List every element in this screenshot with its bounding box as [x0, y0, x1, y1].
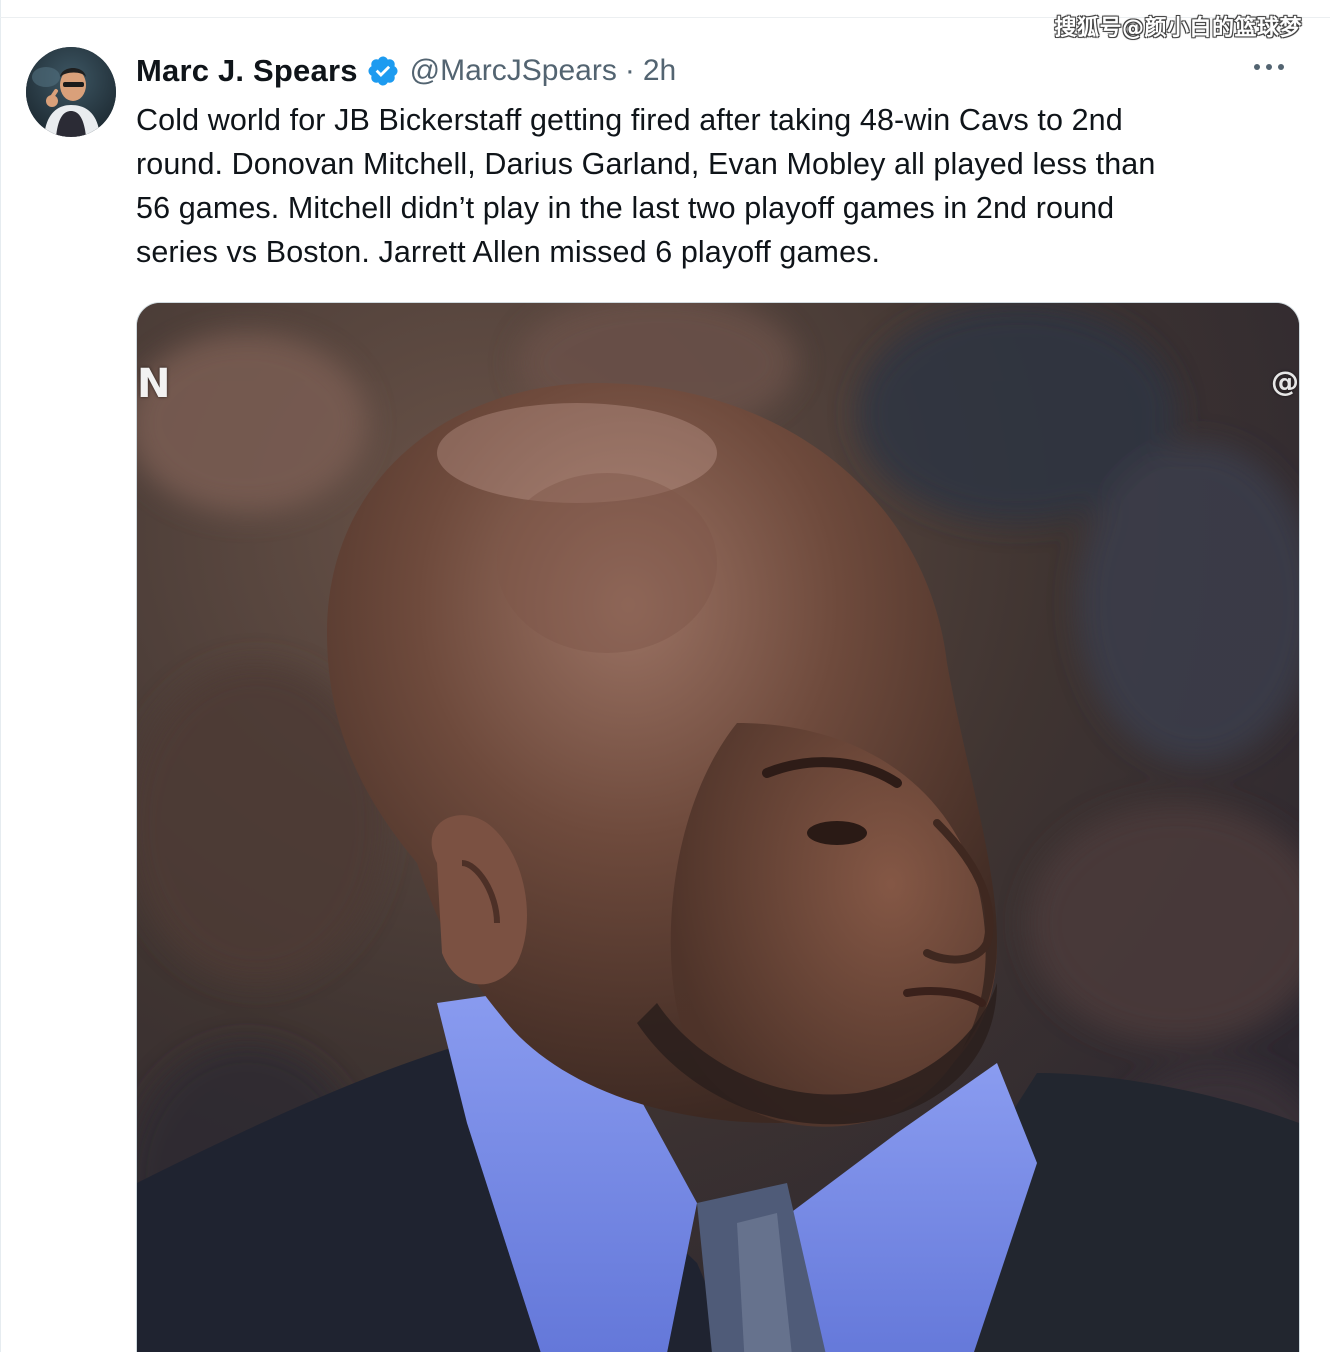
separator-dot: · — [624, 54, 635, 87]
tweet-text-line: Cold world for JB Bickerstaff getting fi… — [136, 103, 1123, 137]
tweet-text: Cold world for JB Bickerstaff getting fi… — [136, 98, 1296, 274]
media-overlay-text: N — [137, 361, 171, 407]
media-overlay-text: @ — [1271, 365, 1299, 398]
tweet-text-line: 56 games. Mitchell didn’t play in the la… — [136, 191, 1115, 225]
media-image — [137, 303, 1299, 1352]
tweet-screenshot: 搜狐号@颜小白的篮球梦 Marc J. Spears @MarcJSpears … — [0, 0, 1330, 1352]
divider — [0, 0, 1, 1352]
author-handle[interactable]: @MarcJSpears — [410, 54, 617, 88]
tweet-media[interactable]: N @ — [136, 302, 1300, 1352]
tweet-header: Marc J. Spears @MarcJSpears · 2h — [136, 50, 676, 92]
watermark: 搜狐号@颜小白的篮球梦 — [1054, 16, 1302, 41]
verified-badge-icon — [366, 54, 400, 88]
timestamp[interactable]: 2h — [643, 54, 676, 88]
more-horizontal-icon[interactable] — [1254, 64, 1284, 70]
avatar-image — [26, 47, 116, 137]
avatar[interactable] — [26, 47, 116, 137]
tweet-text-line: series vs Boston. Jarrett Allen missed 6… — [136, 235, 881, 269]
tweet-text-line: round. Donovan Mitchell, Darius Garland,… — [136, 147, 1156, 181]
author-name[interactable]: Marc J. Spears — [136, 53, 358, 89]
